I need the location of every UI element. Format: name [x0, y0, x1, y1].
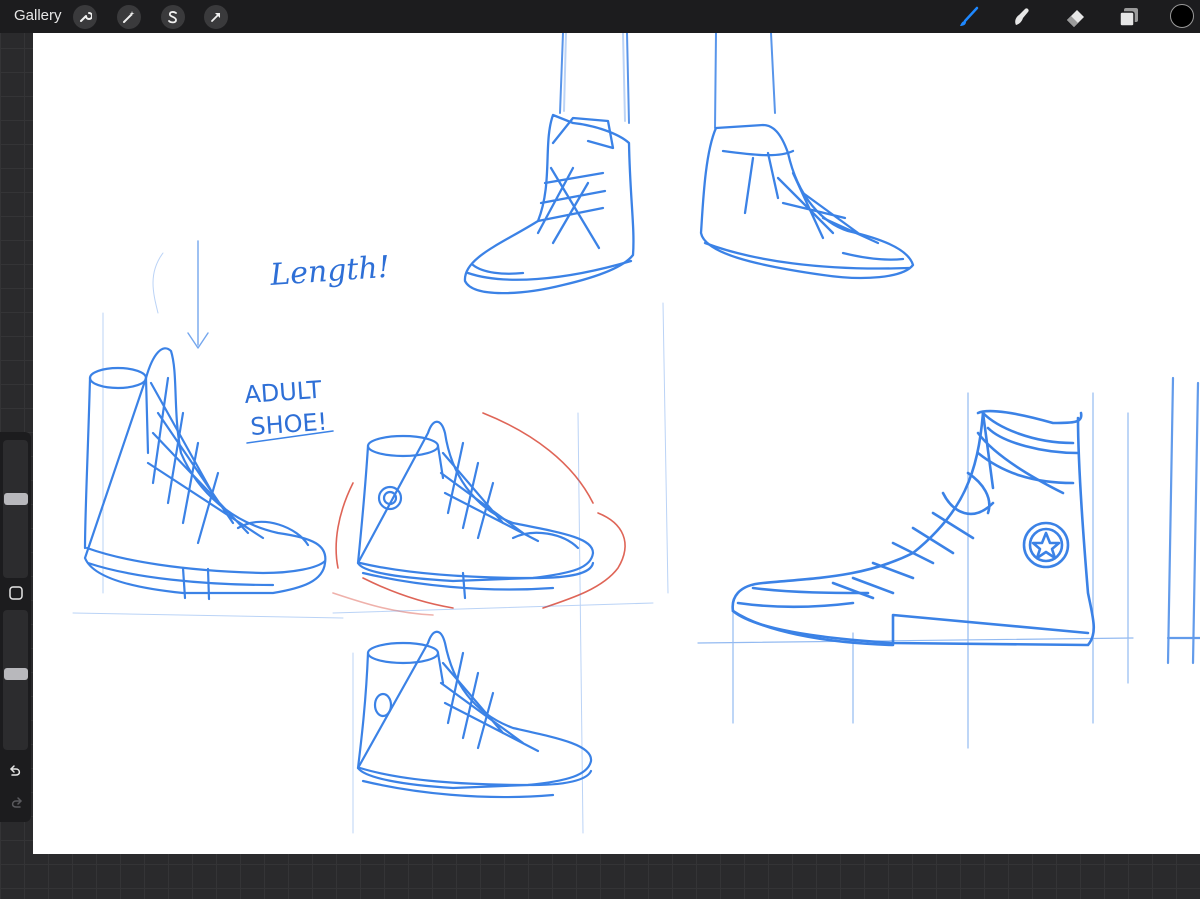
eraser-icon — [1067, 10, 1084, 27]
brush-icon — [960, 6, 979, 26]
redo-button[interactable] — [7, 794, 24, 811]
top-toolbar: Gallery — [0, 0, 1200, 33]
selection-s-icon — [168, 11, 177, 24]
sketch-artwork: Length! ADULT SHOE! — [72, 33, 1200, 834]
top-right-leg-sketch — [714, 33, 776, 129]
modify-square-icon — [8, 585, 23, 600]
top-right-shoe-sketch — [699, 123, 915, 280]
transform-button[interactable] — [204, 5, 228, 29]
shoe-note: SHOE! — [249, 408, 328, 441]
length-note: Length! — [268, 250, 391, 293]
left-sidebar — [0, 432, 31, 822]
brush-tool-button[interactable] — [956, 4, 982, 30]
gallery-button[interactable]: Gallery — [14, 7, 62, 24]
brush-size-thumb[interactable] — [4, 493, 28, 506]
edge-shoe-sketch — [1166, 376, 1200, 665]
middle-shoe-red-guides — [332, 412, 626, 616]
magic-wand-icon — [123, 11, 135, 23]
top-left-leg-sketch — [559, 33, 630, 124]
modify-button[interactable] — [7, 584, 24, 601]
opacity-slider[interactable] — [3, 610, 28, 750]
undo-button[interactable] — [7, 762, 24, 779]
selection-button[interactable] — [161, 5, 185, 29]
adult-note: ADULT — [243, 376, 322, 409]
smudge-icon — [1015, 8, 1029, 25]
brush-size-slider[interactable] — [3, 440, 28, 578]
large-converse-sketch — [731, 409, 1096, 647]
large-converse-guides — [697, 392, 1134, 749]
redo-icon — [11, 796, 22, 808]
smudge-tool-button[interactable] — [1009, 4, 1035, 30]
eraser-tool-button[interactable] — [1063, 4, 1089, 30]
arrow-cursor-icon — [211, 13, 220, 22]
color-picker-button[interactable] — [1170, 4, 1194, 28]
layers-icon — [1119, 8, 1138, 27]
adjustments-button[interactable] — [117, 5, 141, 29]
actions-button[interactable] — [73, 5, 97, 29]
opacity-thumb[interactable] — [4, 667, 28, 680]
length-arrow-sketch — [187, 240, 209, 349]
bottom-shoe-sketch — [356, 630, 593, 799]
top-left-shoe-sketch — [463, 113, 635, 295]
layers-tool-button[interactable] — [1116, 4, 1142, 30]
middle-shoe-sketch — [356, 420, 595, 600]
undo-icon — [9, 764, 20, 776]
drawing-canvas[interactable]: Length! ADULT SHOE! — [33, 33, 1200, 854]
wrench-icon — [80, 12, 92, 22]
